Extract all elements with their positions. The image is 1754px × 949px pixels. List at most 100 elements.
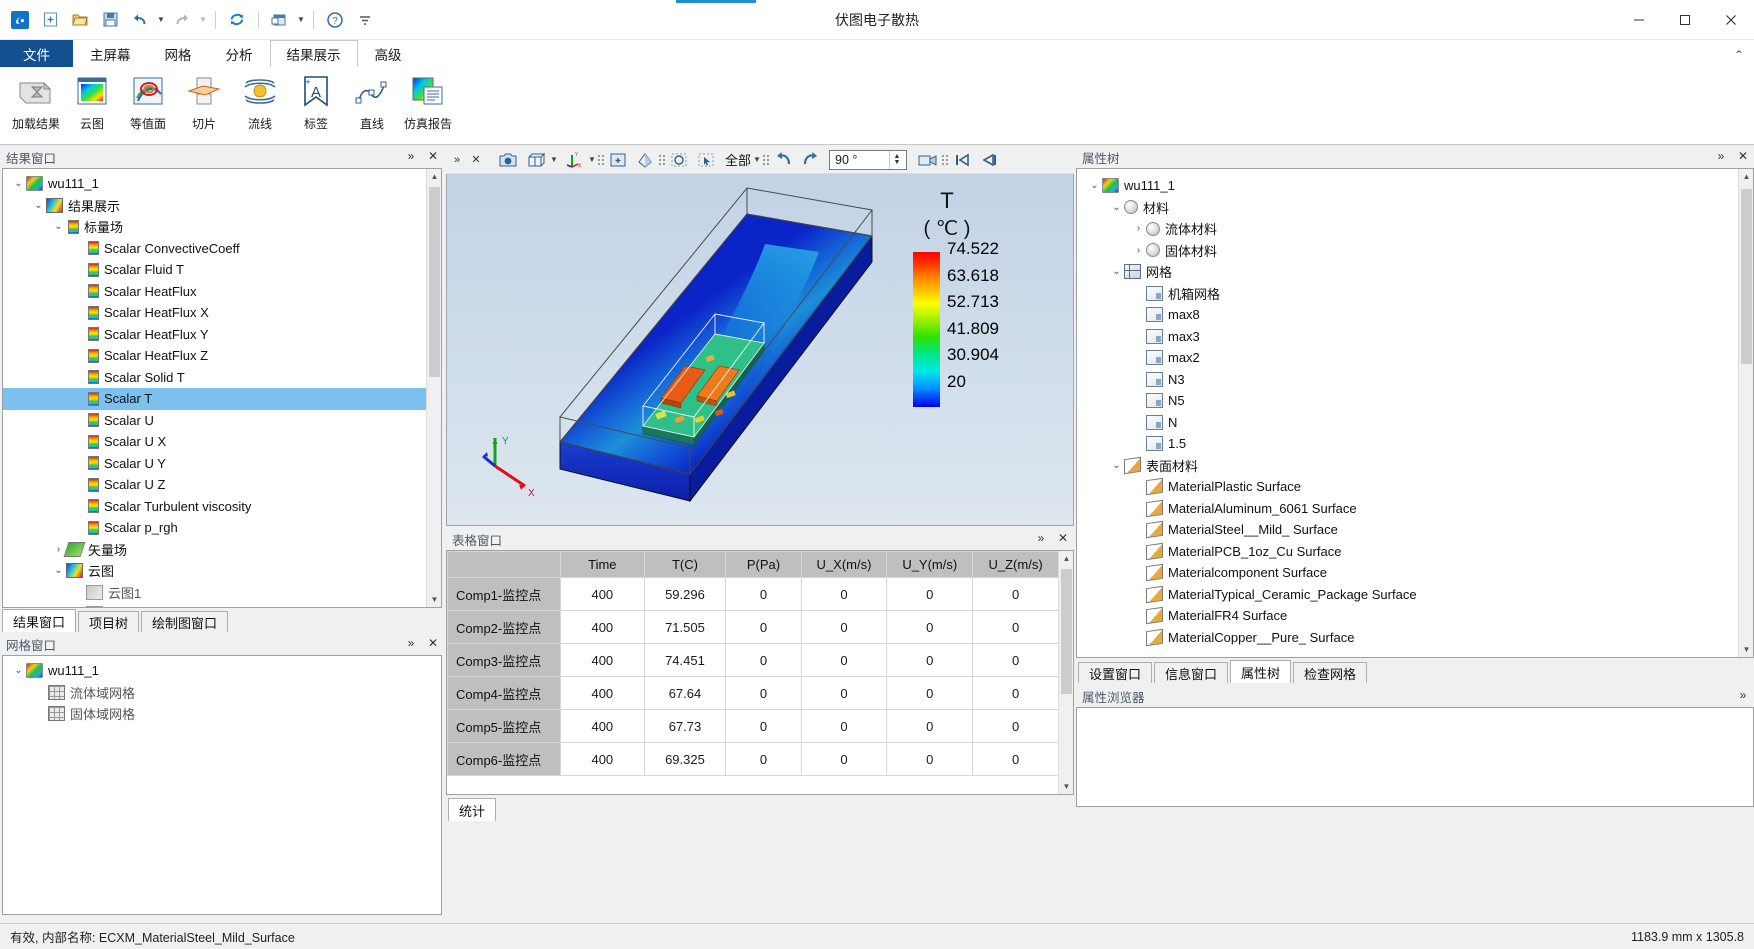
tree-item[interactable]: ⌄表面材料 [1077, 455, 1738, 477]
monitor-table[interactable]: TimeT(C)P(Pa)U_X(m/s)U_Y(m/s)U_Z(m/s) Co… [446, 550, 1074, 795]
chevron-down-icon[interactable]: ⌄ [11, 178, 26, 189]
tree-item[interactable]: ·Scalar U Z [3, 474, 426, 496]
results-tree[interactable]: ⌄wu111_1⌄结果展示⌄标量场·Scalar ConvectiveCoeff… [2, 168, 442, 608]
tree-item[interactable]: ·Scalar Turbulent viscosity [3, 496, 426, 518]
tab-property-tree[interactable]: 属性树 [1230, 660, 1291, 683]
chevron-down-icon[interactable]: ⌄ [1109, 460, 1124, 471]
tab-project-tree[interactable]: 项目树 [78, 611, 139, 632]
select-mode-dropdown-icon[interactable]: ▼ [752, 148, 762, 172]
chevron-down-icon[interactable]: ⌄ [51, 565, 66, 576]
tree-item[interactable]: ·MaterialPCB_1oz_Cu Surface [1077, 541, 1738, 563]
redo-icon[interactable] [168, 6, 196, 34]
tree-item[interactable]: ·MaterialTypical_Ceramic_Package Surface [1077, 584, 1738, 606]
chevron-down-icon[interactable]: ⌄ [1109, 266, 1124, 277]
tree-item[interactable]: ⌄结果展示 [3, 195, 426, 217]
scroll-thumb[interactable] [429, 187, 440, 377]
undo-dropdown-icon[interactable]: ▼ [156, 15, 166, 24]
tree-item[interactable]: ·Scalar HeatFlux X [3, 302, 426, 324]
ribbon-button-slice[interactable]: 切片 [176, 67, 232, 139]
tree-item[interactable]: ⌄wu111_1 [3, 173, 426, 195]
mesh-tree[interactable]: ⌄wu111_1·流体域网格·固体域网格 [2, 655, 442, 915]
zoom-region-icon[interactable] [666, 148, 692, 172]
chevron-right-icon[interactable]: › [1131, 223, 1146, 234]
chevron-down-icon[interactable]: ⌄ [1087, 180, 1102, 191]
tree-item[interactable]: ·云图2 [3, 603, 426, 608]
rotate-cw-icon[interactable] [797, 148, 823, 172]
viewport-3d[interactable]: Y X T ( ℃ ) 74.52263.61852.71341.80930.9… [446, 174, 1074, 526]
tree-item[interactable]: ·MaterialFR4 Surface [1077, 605, 1738, 627]
tree-item[interactable]: ·流体域网格 [3, 682, 441, 704]
redo-dropdown-icon[interactable]: ▼ [198, 15, 208, 24]
table-panel-collapse-icon[interactable]: » [1034, 530, 1048, 546]
property-tree[interactable]: ⌄wu111_1⌄材料›流体材料›固体材料⌄网格·机箱网格·max8·max3·… [1076, 168, 1754, 658]
tree-item[interactable]: ·max8 [1077, 304, 1738, 326]
property-tree-close-icon[interactable]: ✕ [1736, 148, 1750, 164]
mesh-panel-close-icon[interactable]: ✕ [426, 635, 440, 651]
results-panel-close-icon[interactable]: ✕ [426, 148, 440, 164]
tree-item[interactable]: ⌄云图 [3, 560, 426, 582]
table-row[interactable]: Comp6-监控点40069.3250000 [448, 743, 1059, 776]
ribbon-button-label[interactable]: A + 标签 [288, 67, 344, 139]
open-icon[interactable] [66, 6, 94, 34]
tab-settings-window[interactable]: 设置窗口 [1078, 662, 1152, 683]
tree-item[interactable]: ·Scalar HeatFlux [3, 281, 426, 303]
clip-box-icon[interactable] [522, 148, 548, 172]
table-panel-close-icon[interactable]: ✕ [1056, 530, 1070, 546]
tree-item[interactable]: ·Materialcomponent Surface [1077, 562, 1738, 584]
tree-item[interactable]: ›矢量场 [3, 539, 426, 561]
table-column-header[interactable]: U_X(m/s) [801, 552, 887, 578]
chevron-down-icon[interactable]: ⌄ [51, 221, 66, 232]
select-mode-label[interactable]: 全部 [725, 150, 751, 169]
app-logo-icon[interactable] [6, 6, 34, 34]
tab-statistics[interactable]: 统计 [448, 798, 496, 821]
scroll-up-icon[interactable]: ▲ [427, 169, 442, 184]
layout-dropdown-icon[interactable]: ▼ [296, 15, 306, 24]
tree-item[interactable]: ·N3 [1077, 369, 1738, 391]
tree-item[interactable]: ·N [1077, 412, 1738, 434]
tree-item[interactable]: ·Scalar U X [3, 431, 426, 453]
ribbon-tab-results[interactable]: 结果展示 [270, 40, 358, 67]
tree-item[interactable]: ·MaterialCopper__Pure_ Surface [1077, 627, 1738, 649]
ribbon-button-load-result[interactable]: 加载结果 [8, 67, 64, 139]
first-frame-icon[interactable] [949, 148, 975, 172]
rotation-angle-input[interactable]: 90 ° ▲▼ [829, 150, 907, 170]
ribbon-button-isosurface[interactable]: 等值面 [120, 67, 176, 139]
table-row[interactable]: Comp5-监控点40067.730000 [448, 710, 1059, 743]
maximize-button[interactable] [1662, 0, 1708, 40]
ribbon-collapse-icon[interactable]: ⌃ [1734, 48, 1744, 62]
customize-toolbar-icon[interactable] [351, 6, 379, 34]
tree-item[interactable]: ·N5 [1077, 390, 1738, 412]
chevron-down-icon[interactable]: ⌄ [31, 200, 46, 211]
chevron-down-icon[interactable]: ⌄ [1109, 202, 1124, 213]
chevron-down-icon[interactable]: ⌄ [11, 665, 26, 676]
ribbon-tab-mesh[interactable]: 网格 [148, 40, 209, 67]
tree-item[interactable]: ·Scalar ConvectiveCoeff [3, 238, 426, 260]
help-icon[interactable]: ? [321, 6, 349, 34]
tree-item[interactable]: ⌄材料 [1077, 197, 1738, 219]
property-scroll-down-icon[interactable]: ▼ [1739, 642, 1754, 657]
tree-item[interactable]: ·固体域网格 [3, 703, 441, 725]
clip-box-dropdown-icon[interactable]: ▼ [549, 148, 559, 172]
close-panel-icon[interactable]: ✕ [467, 148, 485, 172]
table-column-header[interactable] [448, 552, 561, 578]
table-row[interactable]: Comp2-监控点40071.5050000 [448, 611, 1059, 644]
property-scroll-up-icon[interactable]: ▲ [1739, 169, 1754, 184]
property-tree-collapse-icon[interactable]: » [1714, 148, 1728, 164]
collapse-panel-icon[interactable]: » [448, 148, 466, 172]
ribbon-button-streamline[interactable]: 流线 [232, 67, 288, 139]
tree-item[interactable]: ·max2 [1077, 347, 1738, 369]
property-scroll-thumb[interactable] [1741, 189, 1752, 364]
tab-plot-window[interactable]: 绘制图窗口 [141, 611, 228, 632]
ribbon-tab-home[interactable]: 主屏幕 [73, 40, 148, 67]
tree-item[interactable]: ·Scalar HeatFlux Z [3, 345, 426, 367]
rotation-angle-stepper[interactable]: ▲▼ [889, 151, 904, 169]
save-icon[interactable] [96, 6, 124, 34]
tree-item[interactable]: ·Scalar Fluid T [3, 259, 426, 281]
ribbon-button-contour[interactable]: 云图 [64, 67, 120, 139]
tab-info-window[interactable]: 信息窗口 [1154, 662, 1228, 683]
tree-item[interactable]: ⌄wu111_1 [1077, 175, 1738, 197]
tree-item[interactable]: ·Scalar Solid T [3, 367, 426, 389]
ribbon-button-polyline[interactable]: 直线 [344, 67, 400, 139]
tree-item[interactable]: ·Scalar U Y [3, 453, 426, 475]
tree-item[interactable]: ·MaterialSteel__Mild_ Surface [1077, 519, 1738, 541]
